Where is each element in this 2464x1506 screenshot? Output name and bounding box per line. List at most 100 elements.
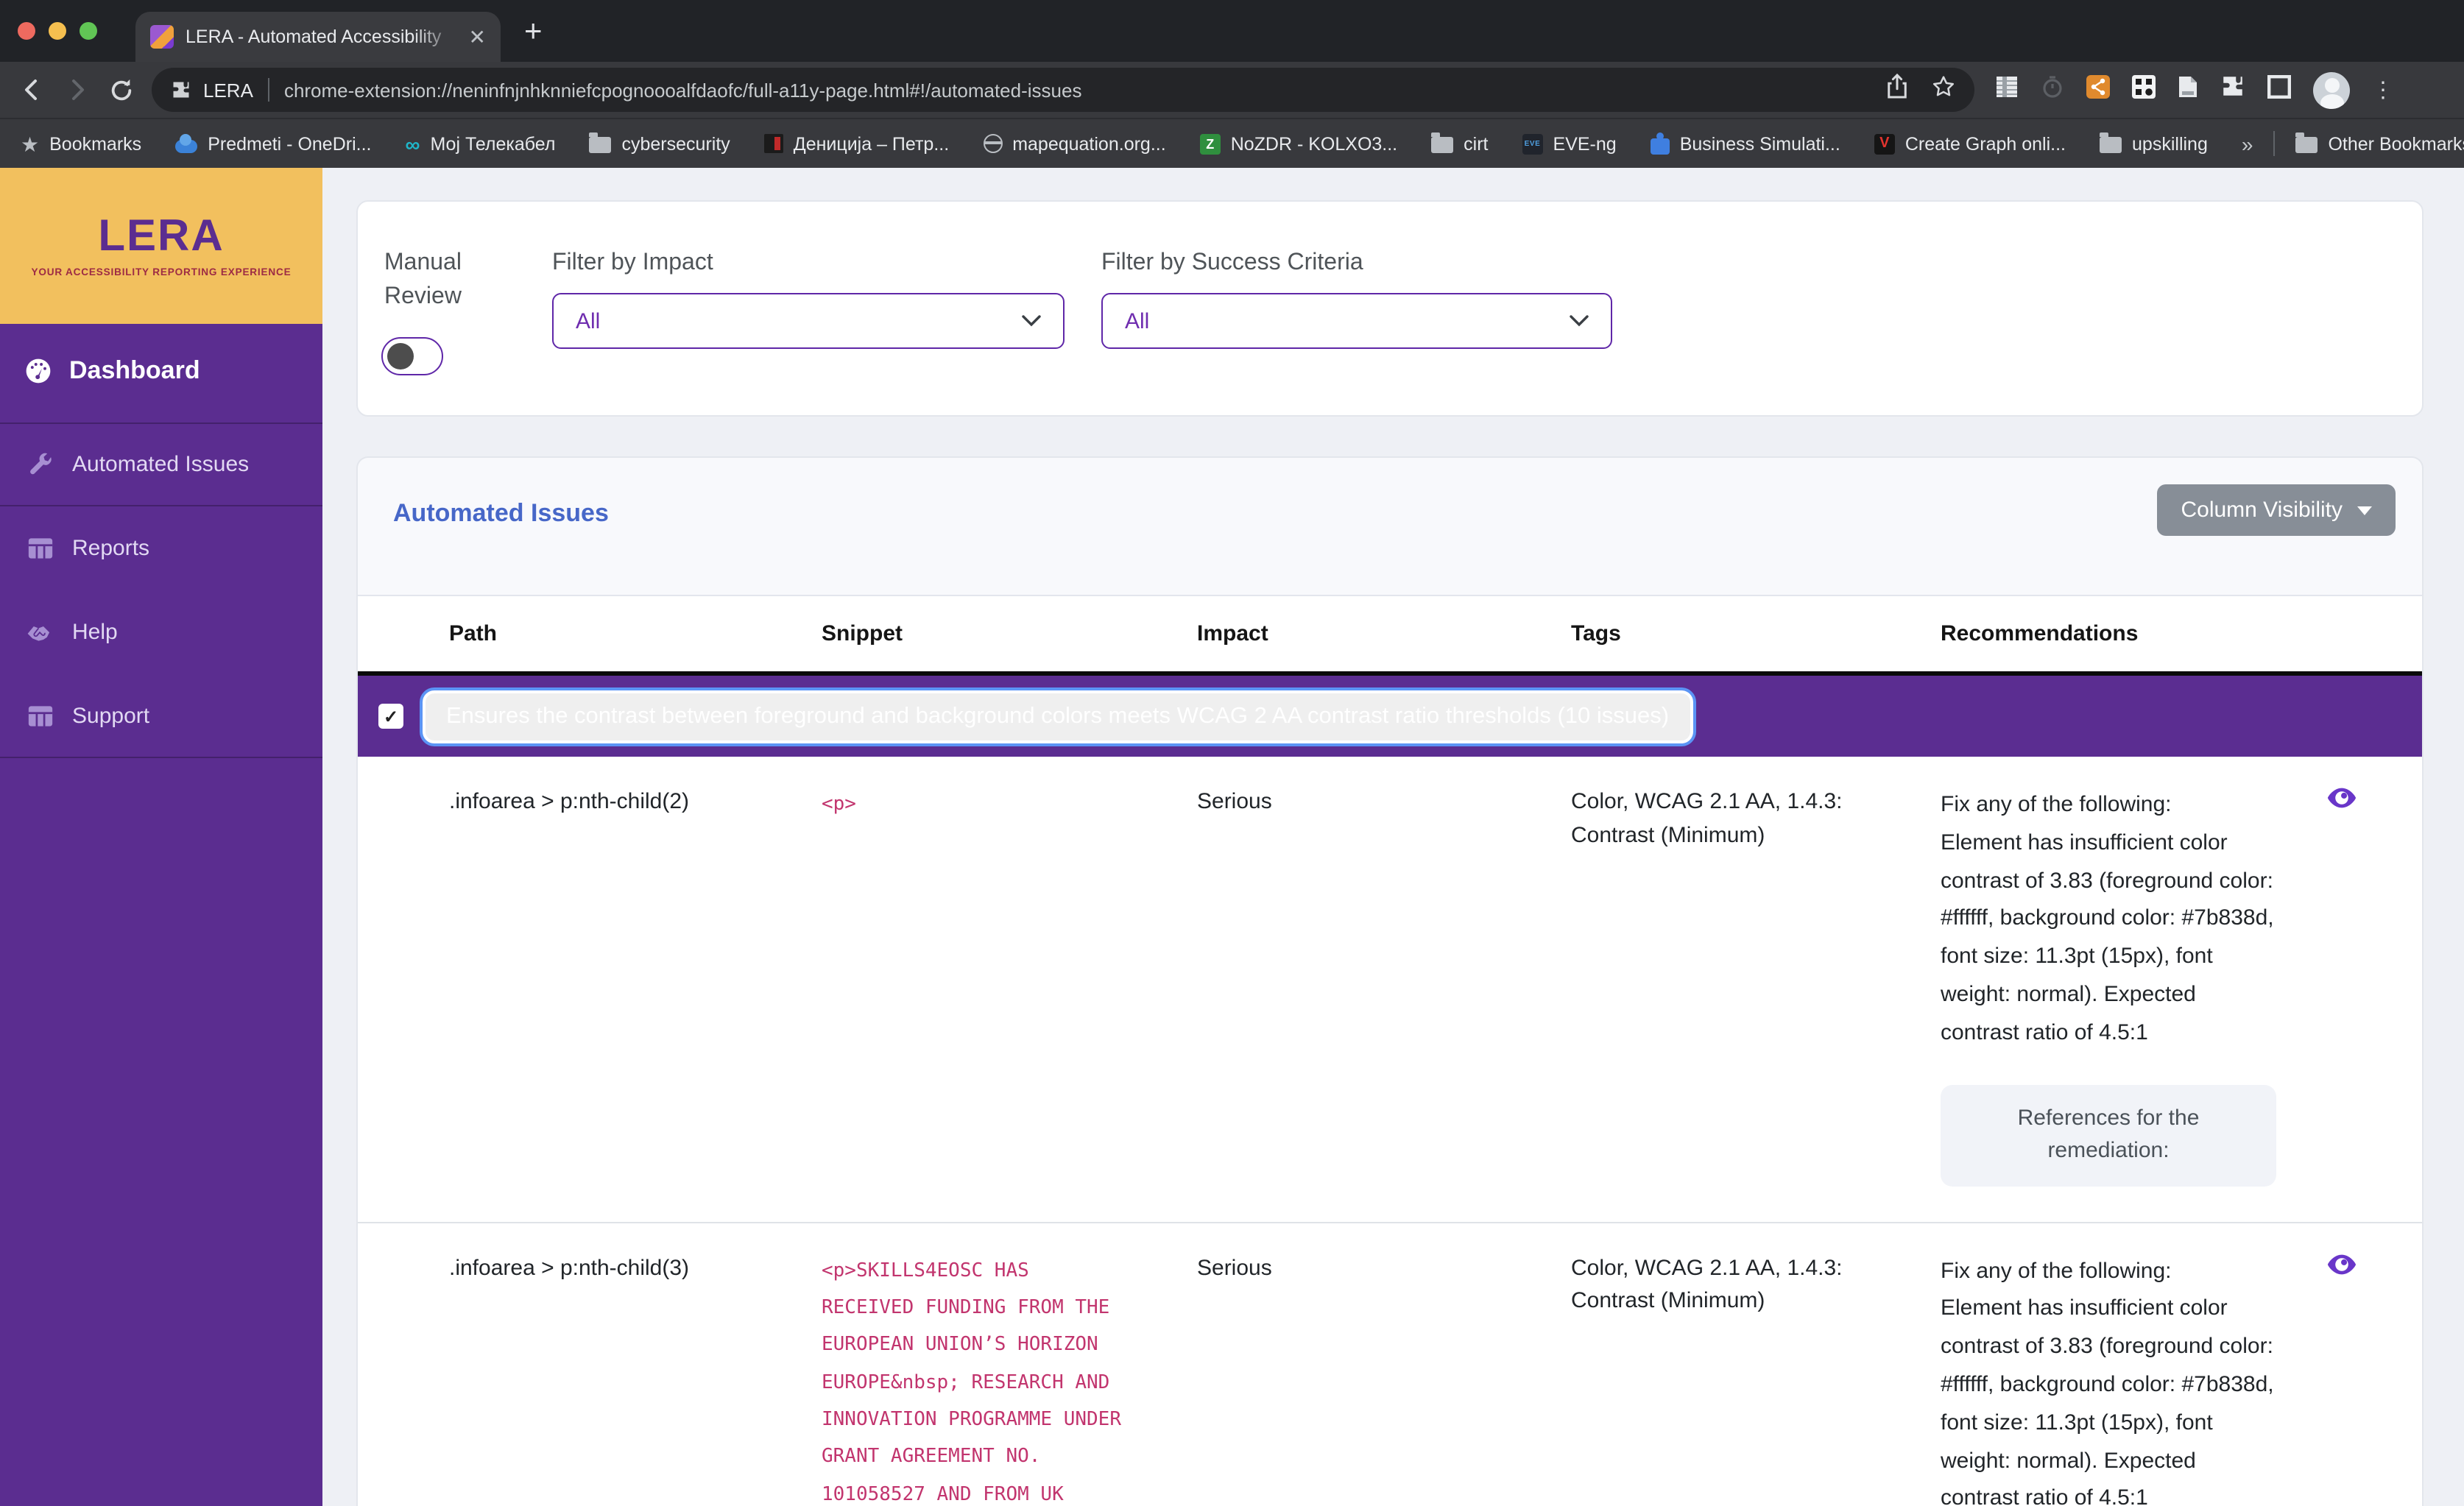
cell-impact: Serious	[1197, 1255, 1272, 1281]
rule-group-header-row: ✓ Ensures the contrast between foregroun…	[358, 676, 2422, 757]
logo-title: LERA	[98, 211, 225, 260]
infinity-icon: ∞	[405, 132, 420, 155]
reload-button[interactable]	[102, 71, 140, 109]
bookmark-item[interactable]: Z NoZDR - KOLXO3...	[1199, 133, 1397, 154]
share-icon[interactable]	[1886, 73, 1908, 106]
bookmark-item[interactable]: Business Simulati...	[1650, 132, 1840, 154]
automated-issues-panel: Automated Issues Column Visibility Path …	[356, 456, 2424, 1506]
cell-recommendations: Fix any of the following: Element has in…	[1941, 1258, 2274, 1506]
view-issue-eye-icon[interactable]	[2326, 788, 2357, 816]
bookmark-item[interactable]: EVE EVE-ng	[1522, 133, 1617, 154]
bookmark-item[interactable]: Дениција – Петр...	[763, 133, 949, 154]
cell-path: .infoarea > p:nth-child(3)	[449, 1255, 690, 1281]
bookmark-item[interactable]: Predmeti - OneDri...	[175, 133, 371, 154]
sidebar-item-label: Reports	[72, 536, 150, 561]
share-node-extension-icon[interactable]	[2086, 74, 2110, 105]
logo-tagline: YOUR ACCESSIBILITY REPORTING EXPERIENCE	[31, 267, 292, 277]
sidebar-item-support[interactable]: Support	[0, 674, 322, 758]
cell-tags: Color, WCAG 2.1 AA, 1.4.3: Contrast (Min…	[1571, 1255, 1843, 1314]
cell-snippet: <p>SKILLS4EOSC HAS RECEIVED FUNDING FROM…	[822, 1259, 1121, 1506]
criteria-filter-select[interactable]: All	[1101, 293, 1612, 349]
gauge-icon	[25, 355, 52, 387]
table-icon	[27, 704, 53, 727]
manual-review-toggle[interactable]	[381, 337, 443, 375]
sidebar-item-dashboard[interactable]: Dashboard	[0, 324, 322, 418]
panel-title: Automated Issues	[393, 499, 609, 527]
main-content: Manual Review Filter by Impact All Filte…	[322, 168, 2464, 1506]
wrench-icon	[27, 452, 53, 477]
bookmark-item[interactable]: cirt	[1431, 132, 1489, 154]
bookmark-item[interactable]: cybersecurity	[589, 132, 730, 154]
browser-window: LERA - Automated Accessibility ✕ + LERA …	[0, 0, 2464, 1506]
sidebar-item-label: Dashboard	[69, 356, 200, 384]
minimize-window-button[interactable]	[49, 22, 66, 40]
url-text[interactable]: chrome-extension://neninfnjnhknniefcpogn…	[284, 79, 1871, 101]
view-issue-eye-icon[interactable]	[2326, 1254, 2357, 1281]
column-header-impact: Impact	[1197, 621, 1268, 646]
tab-title: LERA - Automated Accessibility	[186, 26, 442, 47]
qr-extension-icon[interactable]	[2132, 74, 2156, 105]
bookmark-item[interactable]: upskilling	[2100, 132, 2208, 154]
extension-name-chip: LERA	[203, 79, 253, 101]
criteria-filter-value: All	[1125, 308, 1150, 333]
browser-tab[interactable]: LERA - Automated Accessibility ✕	[135, 12, 501, 62]
folder-icon	[2100, 132, 2122, 153]
back-button[interactable]	[13, 71, 52, 109]
bookmark-item[interactable]: ∞ Мој Телекабел	[405, 133, 555, 154]
rule-group-toggle-button[interactable]: Ensures the contrast between foreground …	[420, 687, 1696, 746]
address-bar[interactable]: LERA chrome-extension://neninfnjnhknnief…	[152, 68, 1974, 112]
bookmark-item[interactable]: ★ Bookmarks	[21, 133, 141, 154]
sidebar-item-label: Automated Issues	[72, 452, 250, 477]
new-tab-button[interactable]: +	[524, 15, 543, 46]
extension-puzzle-icon	[171, 79, 191, 100]
column-header-snippet: Snippet	[822, 621, 903, 646]
handshake-icon	[27, 622, 53, 643]
table-icon	[27, 537, 53, 559]
group-checkbox[interactable]: ✓	[378, 704, 403, 729]
sidebar-item-help[interactable]: Help	[0, 590, 322, 674]
sidebar: LERA YOUR ACCESSIBILITY REPORTING EXPERI…	[0, 168, 322, 1506]
tab-close-icon[interactable]: ✕	[469, 24, 486, 49]
chevron-down-icon	[1570, 315, 1589, 327]
impact-filter-value: All	[576, 308, 601, 333]
zoom-window-button[interactable]	[80, 22, 97, 40]
mkd-icon	[763, 134, 783, 153]
v-red-icon: V	[1874, 133, 1895, 154]
side-panel-icon[interactable]	[2267, 74, 2292, 105]
lera-logo: LERA YOUR ACCESSIBILITY REPORTING EXPERI…	[0, 168, 322, 324]
browser-menu-icon[interactable]: ⋮	[2372, 77, 2394, 103]
document-extension-icon[interactable]	[2178, 74, 2198, 105]
impact-filter-select[interactable]: All	[552, 293, 1065, 349]
sidebar-item-reports[interactable]: Reports	[0, 506, 322, 590]
lera-favicon-icon	[150, 25, 174, 49]
globe-icon	[983, 134, 1003, 153]
forward-button[interactable]	[57, 71, 96, 109]
other-bookmarks-folder[interactable]: Other Bookmarks	[2295, 132, 2464, 154]
extensions-puzzle-icon[interactable]	[2220, 74, 2245, 106]
column-visibility-button[interactable]: Column Visibility	[2157, 484, 2396, 536]
cell-recommendations: Fix any of the following: Element has in…	[1941, 757, 2326, 1221]
bookmark-star-icon[interactable]	[1932, 74, 1955, 105]
cell-impact: Serious	[1197, 789, 1272, 814]
browser-toolbar: LERA chrome-extension://neninfnjnhknnief…	[0, 62, 2464, 118]
bookmark-item[interactable]: V Create Graph onli...	[1874, 133, 2066, 154]
sidebar-item-automated-issues[interactable]: Automated Issues	[0, 423, 322, 506]
table-extension-icon[interactable]	[1995, 74, 2019, 105]
manual-review-label: Manual Review	[384, 250, 462, 309]
tab-strip: LERA - Automated Accessibility ✕ +	[0, 0, 2464, 62]
bookmarks-overflow-chevron[interactable]: »	[2242, 132, 2253, 155]
chevron-down-icon	[1022, 315, 1041, 327]
window-controls	[18, 22, 97, 40]
cell-actions	[2326, 1223, 2422, 1506]
sidebar-item-label: Help	[72, 620, 118, 645]
bookmark-item[interactable]: mapequation.org...	[983, 133, 1166, 154]
caret-down-icon	[2357, 506, 2372, 515]
profile-avatar[interactable]	[2313, 71, 2350, 108]
cell-snippet: <p>	[822, 793, 856, 816]
stopwatch-extension-icon[interactable]	[2041, 74, 2064, 105]
cell-tags: Color, WCAG 2.1 AA, 1.4.3: Contrast (Min…	[1571, 789, 1843, 847]
onedrive-icon	[175, 133, 198, 152]
z-icon: Z	[1199, 133, 1221, 154]
close-window-button[interactable]	[18, 22, 35, 40]
folder-icon	[589, 132, 612, 153]
